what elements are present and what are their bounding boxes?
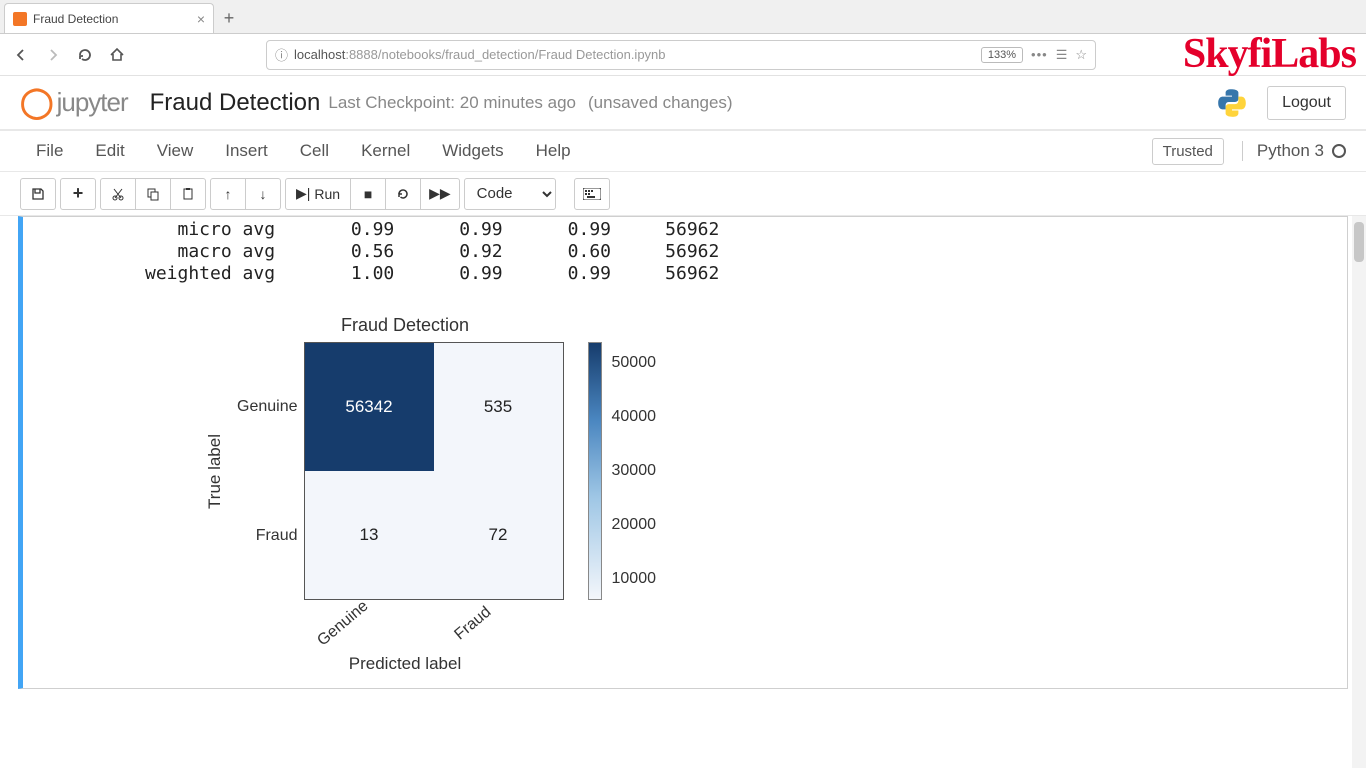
tab-title: Fraud Detection [33, 12, 118, 26]
save-button[interactable] [20, 178, 56, 210]
jupyter-header: ◯ jupyter Fraud Detection Last Checkpoin… [0, 76, 1366, 130]
cb-tick-30000: 30000 [612, 462, 657, 480]
cb-tick-40000: 40000 [612, 408, 657, 426]
restart-button[interactable] [385, 178, 421, 210]
colorbar-ticks: 50000 40000 30000 20000 10000 [612, 342, 657, 600]
menu-view[interactable]: View [141, 133, 210, 169]
command-palette-button[interactable] [574, 178, 610, 210]
interrupt-button[interactable]: ■ [350, 178, 386, 210]
colorbar: 50000 40000 30000 20000 10000 [588, 342, 657, 600]
menu-cell[interactable]: Cell [284, 133, 345, 169]
new-tab-button[interactable]: + [214, 3, 244, 33]
kernel-name[interactable]: Python 3 [1242, 141, 1346, 161]
run-label: Run [314, 186, 340, 202]
page-actions-icon[interactable]: ••• [1031, 47, 1048, 62]
trusted-indicator[interactable]: Trusted [1152, 138, 1224, 165]
chart-ylabel: True label [205, 434, 225, 509]
menu-widgets[interactable]: Widgets [426, 133, 519, 169]
menu-kernel[interactable]: Kernel [345, 133, 426, 169]
jupyter-orbit-icon: ◯ [20, 85, 53, 120]
unsaved-text: (unsaved changes) [588, 93, 733, 113]
cut-button[interactable] [100, 178, 136, 210]
colorbar-gradient [588, 342, 602, 600]
menu-help[interactable]: Help [520, 133, 587, 169]
scrollbar-thumb[interactable] [1354, 222, 1364, 262]
browser-tab-strip: Fraud Detection × + [0, 0, 1366, 34]
kernel-idle-icon [1332, 144, 1346, 158]
cb-tick-10000: 10000 [612, 570, 657, 588]
menu-insert[interactable]: Insert [209, 133, 284, 169]
browser-nav-bar: ⓘ localhost:8888/notebooks/fraud_detecti… [0, 34, 1366, 76]
restart-run-all-button[interactable]: ▶▶ [420, 178, 460, 210]
cell-type-select[interactable]: Code [464, 178, 556, 210]
ytick-genuine: Genuine [237, 342, 298, 471]
output-cell[interactable]: micro avg 0.99 0.99 0.99 56962 macro avg… [18, 216, 1348, 689]
logout-button[interactable]: Logout [1267, 86, 1346, 120]
confusion-matrix-chart: Fraud Detection True label Genuine Fraud… [25, 285, 1345, 686]
heatmap-grid: 56342 535 13 72 [304, 342, 564, 600]
insert-cell-button[interactable]: + [60, 178, 96, 210]
checkpoint-text: Last Checkpoint: 20 minutes ago [328, 93, 576, 113]
jupyter-favicon [13, 12, 27, 26]
move-up-button[interactable]: ↑ [210, 178, 246, 210]
y-ticks: Genuine Fraud [237, 342, 298, 600]
run-icon: ▶| [296, 185, 310, 202]
reader-icon[interactable]: ☰ [1056, 47, 1068, 63]
vertical-scrollbar[interactable] [1352, 216, 1366, 768]
watermark-logo: SkyfiLabs [1183, 30, 1356, 78]
forward-button[interactable] [40, 42, 66, 68]
close-tab-icon[interactable]: × [197, 11, 205, 27]
jupyter-logo[interactable]: ◯ jupyter [20, 85, 128, 120]
url-bar[interactable]: ⓘ localhost:8888/notebooks/fraud_detecti… [266, 40, 1096, 70]
browser-tab[interactable]: Fraud Detection × [4, 3, 214, 33]
move-down-button[interactable]: ↓ [245, 178, 281, 210]
cb-tick-50000: 50000 [612, 354, 657, 372]
url-port: :8888 [345, 47, 378, 62]
ytick-fraud: Fraud [256, 471, 298, 600]
kernel-label: Python 3 [1257, 141, 1324, 161]
menu-bar: File Edit View Insert Cell Kernel Widget… [0, 130, 1366, 172]
back-button[interactable] [8, 42, 34, 68]
toolbar: + ↑ ↓ ▶|Run ■ ▶▶ Code [0, 172, 1366, 216]
classification-report-text: micro avg 0.99 0.99 0.99 56962 macro avg… [25, 219, 1345, 285]
cell-genuine-fraud: 535 [434, 343, 563, 471]
url-host: localhost [294, 47, 345, 62]
reload-button[interactable] [72, 42, 98, 68]
zoom-badge[interactable]: 133% [981, 47, 1023, 63]
info-icon: ⓘ [275, 45, 288, 64]
copy-button[interactable] [135, 178, 171, 210]
menu-file[interactable]: File [20, 133, 79, 169]
cell-genuine-genuine: 56342 [305, 343, 434, 471]
run-button[interactable]: ▶|Run [285, 178, 351, 210]
menu-edit[interactable]: Edit [79, 133, 140, 169]
python-logo-icon [1215, 86, 1249, 120]
chart-title: Fraud Detection [275, 315, 535, 336]
jupyter-logo-text: jupyter [57, 87, 128, 118]
cb-tick-20000: 20000 [612, 516, 657, 534]
paste-button[interactable] [170, 178, 206, 210]
notebook-title[interactable]: Fraud Detection [150, 89, 321, 117]
url-path: /notebooks/fraud_detection/Fraud Detecti… [378, 47, 666, 62]
home-button[interactable] [104, 42, 130, 68]
x-ticks: Genuine Fraud [275, 606, 535, 634]
notebook-area: micro avg 0.99 0.99 0.99 56962 macro avg… [0, 216, 1366, 768]
bookmark-icon[interactable]: ☆ [1075, 47, 1087, 63]
